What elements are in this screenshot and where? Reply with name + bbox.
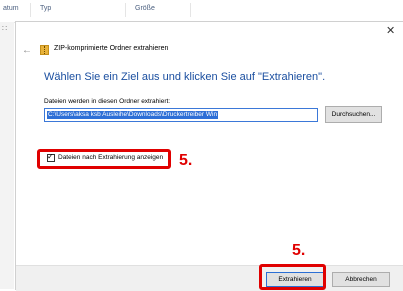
dialog-title: ZIP-komprimierte Ordner extrahieren (54, 45, 169, 52)
zip-folder-icon (40, 45, 49, 55)
grip-icon: ∷ (2, 24, 8, 33)
column-separator (190, 3, 191, 17)
back-arrow-icon[interactable]: ← (22, 45, 32, 56)
annotation-step-extract: 5. (292, 242, 306, 259)
path-label: Dateien werden in diesen Ordner extrahie… (44, 98, 171, 105)
column-header-groesse[interactable]: Größe (135, 5, 155, 12)
explorer-column-header: atum Typ Größe (0, 0, 403, 23)
destination-path-value: C:\Users\aksa ksb Ausleihe\Downloads\Dru… (47, 111, 219, 119)
browse-button[interactable]: Durchsuchen... (325, 106, 382, 123)
dialog-heading: Wählen Sie ein Ziel aus und klicken Sie … (44, 71, 326, 83)
checkmark-icon: ✓ (47, 152, 54, 161)
close-icon[interactable]: ✕ (386, 24, 395, 37)
destination-path-input[interactable]: C:\Users\aksa ksb Ausleihe\Downloads\Dru… (44, 108, 318, 122)
column-header-typ[interactable]: Typ (40, 5, 51, 12)
explorer-side-strip: ∷ (0, 22, 14, 289)
show-files-label: Dateien nach Extrahierung anzeigen (58, 154, 164, 161)
extract-dialog: ✕ ← ZIP-komprimierte Ordner extrahieren … (15, 21, 403, 291)
column-separator (125, 3, 126, 17)
column-header-datum[interactable]: atum (3, 5, 19, 12)
annotation-step-checkbox: 5. (179, 152, 193, 169)
dialog-footer: Extrahieren Abbrechen (16, 265, 403, 291)
cancel-button[interactable]: Abbrechen (332, 272, 390, 287)
highlight-extract-button (259, 264, 326, 290)
column-separator (30, 3, 31, 17)
